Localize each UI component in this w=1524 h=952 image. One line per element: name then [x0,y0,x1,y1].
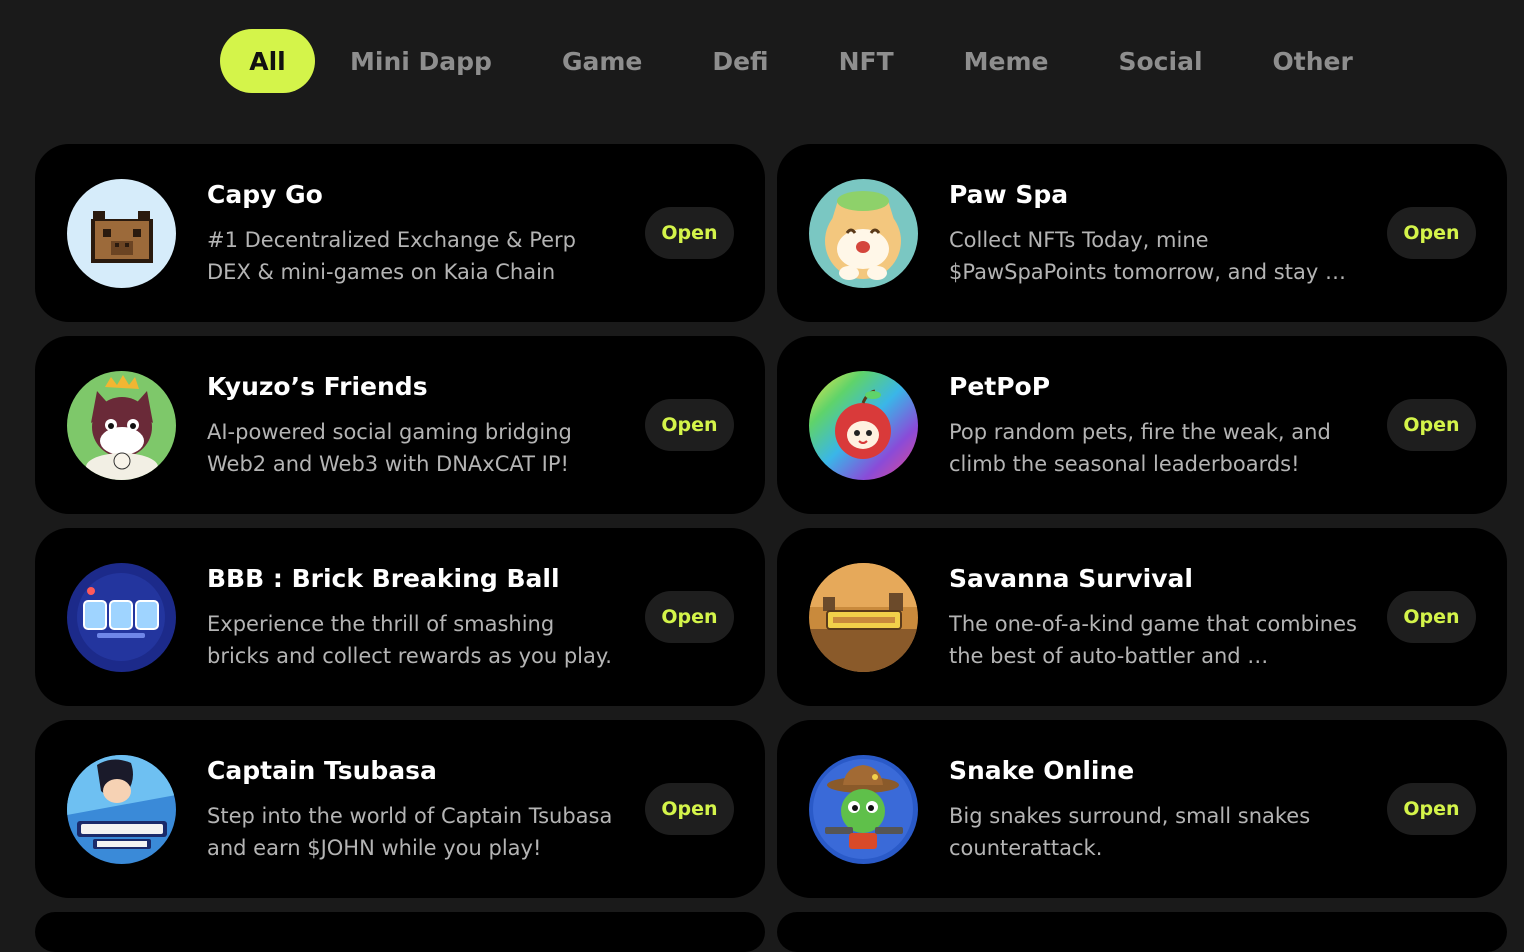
app-description: Big snakes surround, small snakes counte… [949,804,1311,860]
app-description: Pop random pets, fire the weak, and clim… [949,420,1331,476]
tsubasa-logo-icon [67,755,176,864]
app-card[interactable]: Paw Spa Collect NFTs Today, mine $PawSpa… [777,144,1507,322]
app-description: Step into the world of Captain Tsubasa a… [207,804,613,860]
app-card-partial[interactable] [777,912,1507,952]
open-button[interactable]: Open [645,399,734,451]
open-button[interactable]: Open [1387,399,1476,451]
app-card[interactable]: PetPoP Pop random pets, fire the weak, a… [777,336,1507,514]
app-title: Capy Go [207,180,323,209]
app-grid: Capy Go #1 Decentralized Exchange & Perp… [35,144,1507,952]
app-description: AI-powered social gaming bridging Web2 a… [207,420,572,476]
snake-cowboy-icon [809,755,918,864]
category-tabs: All Mini Dapp Game Defi NFT Meme Social … [220,29,1388,93]
apple-pet-icon [809,371,918,480]
open-button[interactable]: Open [1387,591,1476,643]
open-button[interactable]: Open [645,591,734,643]
open-button[interactable]: Open [1387,207,1476,259]
app-card[interactable]: Kyuzo’s Friends AI-powered social gaming… [35,336,765,514]
bbb-logo-icon [67,563,176,672]
tab-social[interactable]: Social [1084,29,1238,93]
tab-mini-dapp[interactable]: Mini Dapp [315,29,527,93]
app-description: #1 Decentralized Exchange & Perp DEX & m… [207,228,576,284]
app-card[interactable]: BBB : Brick Breaking Ball Experience the… [35,528,765,706]
app-description: Experience the thrill of smashing bricks… [207,612,612,668]
open-button[interactable]: Open [645,783,734,835]
tab-nft[interactable]: NFT [804,29,929,93]
open-button[interactable]: Open [1387,783,1476,835]
app-description: Collect NFTs Today, mine $PawSpaPoints t… [949,228,1346,284]
app-card[interactable]: Snake Online Big snakes surround, small … [777,720,1507,898]
app-title: Kyuzo’s Friends [207,372,428,401]
app-title: Snake Online [949,756,1135,785]
capybara-icon [67,179,176,288]
app-title: Captain Tsubasa [207,756,437,785]
savanna-logo-icon [809,563,918,672]
app-title: BBB : Brick Breaking Ball [207,564,560,593]
app-description: The one-of-a-kind game that combines the… [949,612,1357,668]
tab-meme[interactable]: Meme [929,29,1084,93]
app-card-partial[interactable] [35,912,765,952]
tab-defi[interactable]: Defi [677,29,803,93]
tab-other[interactable]: Other [1238,29,1388,93]
app-title: Paw Spa [949,180,1069,209]
app-title: Savanna Survival [949,564,1193,593]
app-title: PetPoP [949,372,1051,401]
open-button[interactable]: Open [645,207,734,259]
app-card[interactable]: Capy Go #1 Decentralized Exchange & Perp… [35,144,765,322]
app-card[interactable]: Captain Tsubasa Step into the world of C… [35,720,765,898]
cat-icon [809,179,918,288]
tab-all[interactable]: All [220,29,315,93]
app-card[interactable]: Savanna Survival The one-of-a-kind game … [777,528,1507,706]
crowned-cat-icon [67,371,176,480]
tab-game[interactable]: Game [527,29,677,93]
